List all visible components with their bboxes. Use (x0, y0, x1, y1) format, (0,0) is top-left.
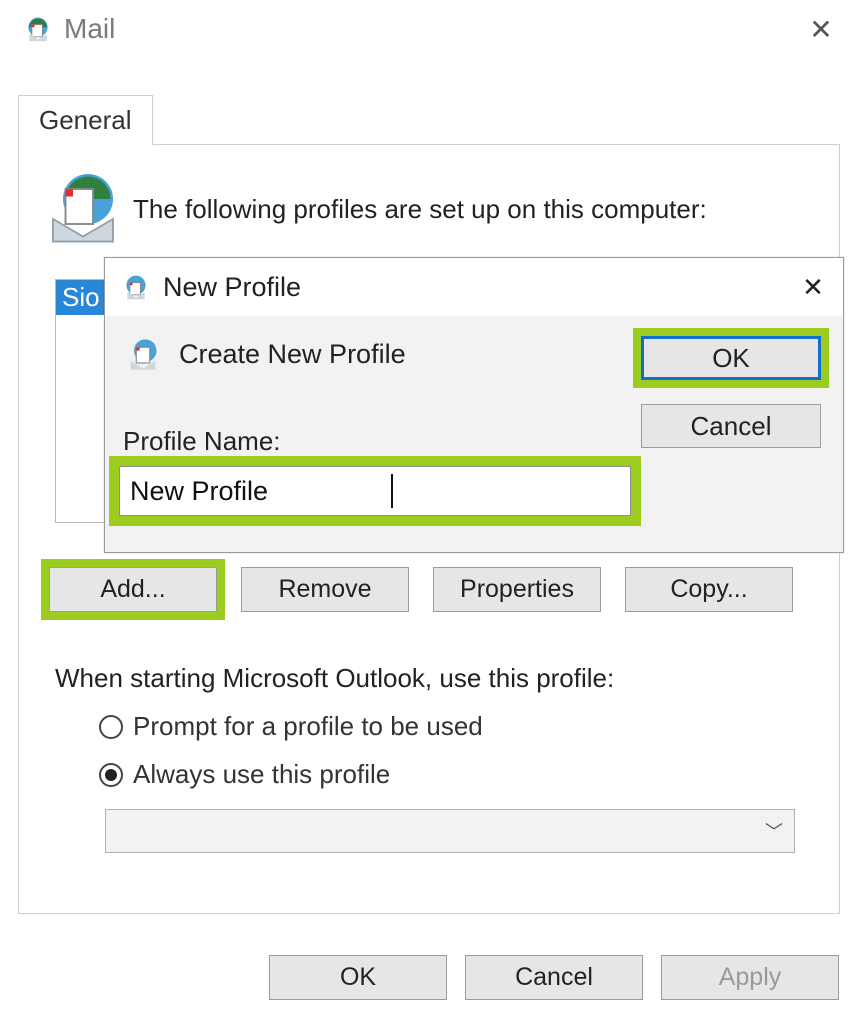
mail-icon (24, 15, 52, 43)
add-button[interactable]: Add... (49, 567, 217, 612)
radio-always[interactable]: Always use this profile (99, 759, 390, 790)
close-icon[interactable]: ✕ (801, 13, 841, 46)
radio-icon (99, 715, 123, 739)
profile-name-input[interactable] (119, 466, 631, 516)
titlebar: Mail ✕ (0, 0, 859, 58)
radio-always-label: Always use this profile (133, 759, 390, 790)
dialog-action-row: OK Cancel Apply (0, 946, 859, 1008)
profiles-icon (39, 165, 127, 253)
dialog-ok-button[interactable]: OK (641, 336, 821, 380)
copy-button[interactable]: Copy... (625, 567, 793, 612)
remove-button[interactable]: Remove (241, 567, 409, 612)
profile-name-label: Profile Name: (123, 426, 281, 457)
profile-button-row: Add... Remove Properties Copy... (49, 567, 793, 612)
profile-icon (123, 334, 163, 374)
chevron-down-icon: ﹀ (754, 818, 794, 844)
properties-button[interactable]: Properties (433, 567, 601, 612)
dialog-title: New Profile (163, 272, 301, 303)
text-caret (391, 474, 393, 508)
dialog-body: Create New Profile OK Cancel Profile Nam… (105, 316, 843, 552)
new-profile-dialog: New Profile ✕ Create New Profile OK (104, 257, 844, 553)
apply-button: Apply (661, 955, 839, 1000)
dialog-cancel-button[interactable]: Cancel (641, 404, 821, 448)
tab-general[interactable]: General (18, 95, 153, 145)
profiles-intro: The following profiles are set up on thi… (133, 194, 707, 225)
startup-label: When starting Microsoft Outlook, use thi… (55, 663, 614, 694)
dialog-heading-row: Create New Profile (123, 334, 406, 374)
tab-label: General (39, 105, 132, 136)
window-title: Mail (64, 13, 115, 45)
ok-button[interactable]: OK (269, 955, 447, 1000)
radio-prompt[interactable]: Prompt for a profile to be used (99, 711, 483, 742)
profiles-header: The following profiles are set up on thi… (39, 165, 819, 253)
profile-name-input-wrap (119, 466, 631, 516)
mail-icon (121, 272, 151, 302)
profile-dropdown[interactable]: ﹀ (105, 809, 795, 853)
mail-window: Mail ✕ General The following profiles ar… (0, 0, 859, 1016)
dialog-heading: Create New Profile (179, 339, 406, 370)
cancel-button[interactable]: Cancel (465, 955, 643, 1000)
dialog-titlebar: New Profile ✕ (105, 258, 843, 316)
close-icon[interactable]: ✕ (795, 272, 831, 303)
radio-icon (99, 763, 123, 787)
radio-prompt-label: Prompt for a profile to be used (133, 711, 483, 742)
